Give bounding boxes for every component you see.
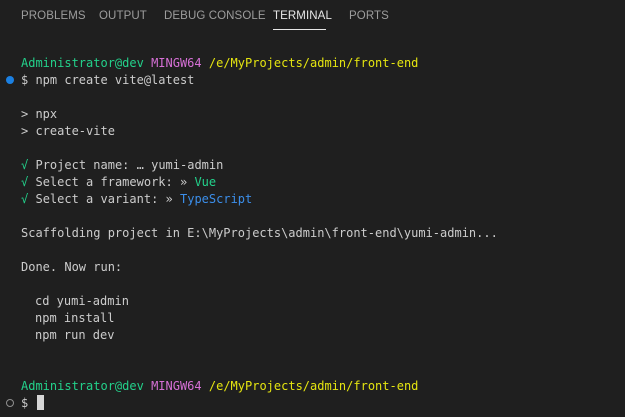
next-step: npm install [35, 311, 115, 325]
answer-project-name: √ Project name: … yumi-admin [21, 157, 223, 174]
next-step: npm run dev [35, 328, 115, 342]
prompt-line: Administrator@dev MINGW64 /e/MyProjects/… [21, 378, 418, 395]
answer-framework: √ Select a framework: » Vue [21, 174, 216, 191]
command-success-decoration[interactable] [6, 76, 14, 84]
answer-value: Vue [194, 175, 217, 189]
pending-command-decoration[interactable] [6, 399, 14, 407]
create-vite-line: > create-vite [21, 124, 115, 138]
separator: … [136, 158, 144, 172]
npx-line: > npx [21, 107, 58, 121]
question-label: Select a variant: [35, 192, 159, 206]
done-line: Done. Now run: [21, 260, 123, 274]
scaffolding-line: Scaffolding project in E:\MyProjects\adm… [21, 226, 498, 240]
command-line: $ npm create vite@latest [21, 73, 195, 87]
check-icon: √ [21, 192, 29, 206]
prompt-path: /e/MyProjects/admin/front-end [208, 379, 419, 393]
prompt-user: Administrator@dev [21, 379, 144, 393]
separator: » [165, 192, 173, 206]
answer-value: yumi-admin [151, 158, 224, 172]
check-icon: √ [21, 158, 29, 172]
prompt-env: MINGW64 [151, 56, 202, 70]
input-prompt: $ [21, 396, 36, 410]
terminal-output[interactable]: Administrator@dev MINGW64 /e/MyProjects/… [0, 0, 625, 417]
question-label: Select a framework: [35, 175, 173, 189]
answer-variant: √ Select a variant: » TypeScript [21, 191, 252, 208]
prompt-env: MINGW64 [151, 379, 202, 393]
prompt-user: Administrator@dev [21, 56, 144, 70]
check-icon: √ [21, 175, 29, 189]
prompt-path: /e/MyProjects/admin/front-end [208, 56, 419, 70]
text-cursor [37, 395, 45, 410]
input-line[interactable]: $ [21, 395, 45, 412]
answer-value: TypeScript [180, 192, 253, 206]
next-step: cd yumi-admin [35, 294, 129, 308]
separator: » [179, 175, 188, 189]
question-label: Project name: [35, 158, 130, 172]
prompt-line: Administrator@dev MINGW64 /e/MyProjects/… [21, 55, 418, 72]
